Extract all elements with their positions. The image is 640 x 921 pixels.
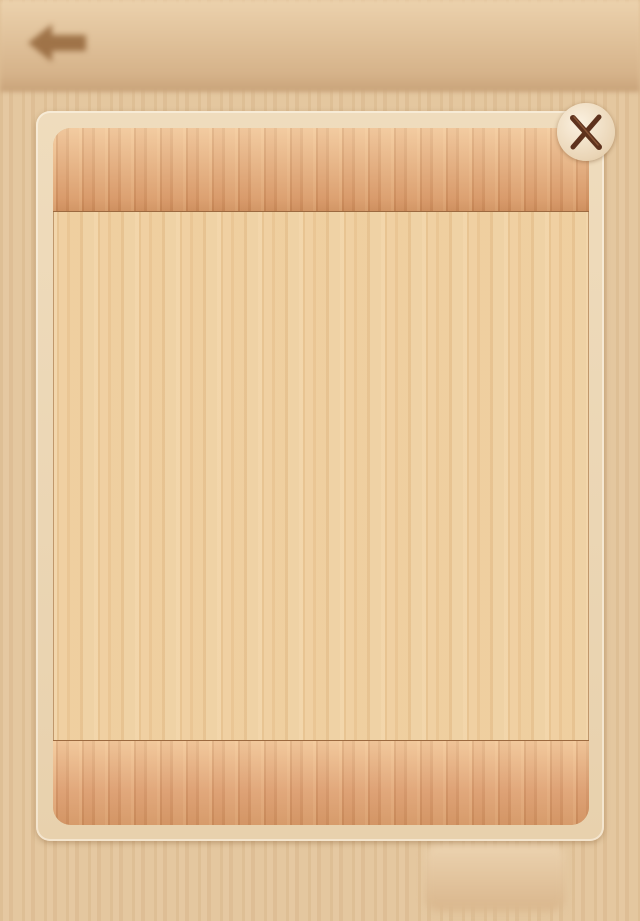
dialog-content-area — [53, 212, 589, 740]
dialog-panel — [53, 128, 589, 825]
close-button[interactable] — [557, 103, 615, 161]
close-icon — [570, 114, 602, 150]
background-action-button — [425, 843, 565, 911]
background-title — [200, 22, 440, 66]
modal-dialog — [36, 111, 604, 841]
back-arrow-icon — [22, 18, 92, 68]
dialog-footer — [53, 740, 589, 825]
dialog-header — [53, 128, 589, 212]
